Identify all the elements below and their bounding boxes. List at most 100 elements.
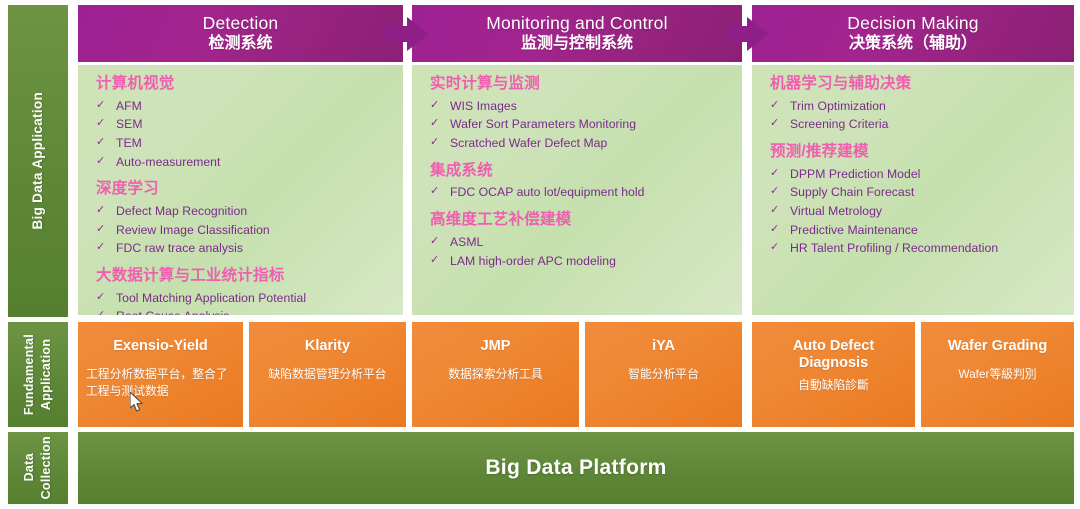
- content-group-title: 深度学习: [96, 180, 159, 198]
- tool-card-subtitle: Wafer等級判別: [958, 367, 1037, 382]
- check-icon: ✓: [96, 136, 106, 149]
- list-item: ✓Root Cause Analysis: [96, 307, 403, 315]
- content-item-list: ✓ Tool Matching Application Potential ✓Roo…: [96, 289, 403, 315]
- check-icon: ✓: [96, 117, 106, 130]
- big-data-platform-bar[interactable]: Big Data Platform: [78, 432, 1074, 504]
- list-item: ✓ Virtual Metrology: [770, 202, 1074, 221]
- tool-card-subtitle: 智能分析平台: [628, 367, 699, 382]
- banner-monitoring-title-en: Monitoring and Control: [486, 13, 668, 34]
- list-item: ✓ Scratched Wafer Defect Map: [430, 134, 742, 153]
- panel-decision-groups: 机器学习与辅助决策 ✓ Trim Optimization ✓ Screening Cr…: [752, 65, 1074, 258]
- check-icon: ✓: [430, 253, 440, 266]
- check-icon: ✓: [770, 222, 780, 235]
- tool-card-subtitle: 数据探索分析工具: [448, 367, 543, 382]
- list-item: ✓ Tool Matching Application Potential: [96, 289, 403, 308]
- content-item-list: ✓ Trim Optimization ✓ Screening Criteria: [770, 97, 1074, 134]
- list-item: ✓ AFM: [96, 97, 403, 116]
- banner-detection[interactable]: Detection 检测系统: [78, 5, 403, 62]
- list-item-label: FDC OCAP auto lot/equipment hold: [450, 185, 645, 200]
- rail-fundamental-application-label: Fundamental Application: [22, 333, 53, 416]
- rail-big-data-application-label: Big Data Application: [29, 92, 45, 230]
- panel-monitoring-groups: 实时计算与监测 ✓ WIS Images ✓ Wafer Sort Parameters…: [412, 65, 742, 270]
- content-item-list: ✓ FDC OCAP auto lot/equipment hold: [430, 183, 742, 202]
- list-item-label: WIS Images: [450, 98, 517, 113]
- panel-monitoring-content: 实时计算与监测 ✓ WIS Images ✓ Wafer Sort Parameters…: [412, 65, 742, 315]
- content-group-title: 预测/推荐建模: [770, 143, 869, 161]
- tool-card-klarity[interactable]: Klarity 缺陷数据管理分析平台: [249, 322, 406, 427]
- check-icon: ✓: [96, 98, 106, 111]
- list-item-label: AFM: [116, 98, 142, 113]
- list-item: ✓ Defect Map Recognition: [96, 202, 403, 221]
- list-item: ✓ Screening Criteria: [770, 115, 1074, 134]
- banner-monitoring-title-cn: 监测与控制系统: [520, 34, 633, 52]
- list-item-label: Supply Chain Forecast: [790, 185, 915, 200]
- banner-detection-title-en: Detection: [202, 13, 279, 34]
- tool-card-subtitle: 自動缺陷診斷: [798, 377, 869, 392]
- list-item-label: Root Cause Analysis: [116, 307, 403, 315]
- list-item-label: Wafer Sort Parameters Monitoring: [450, 117, 637, 132]
- tool-card-title: JMP: [480, 338, 511, 354]
- tool-card-subtitle: 工程分析数据平台，整合了工程与测试数据: [86, 367, 228, 399]
- list-item-label: Predictive Maintenance: [790, 222, 918, 237]
- diagram-canvas: Big Data Application Fundamental Applica…: [0, 0, 1080, 509]
- list-item: ✓ Review Image Classification: [96, 221, 403, 240]
- panel-detection-groups: 计算机视觉 ✓ AFM ✓ SEM ✓ TEM ✓ Auto-measurement 深度学习 ✓ D…: [78, 65, 403, 315]
- content-group-title: 机器学习与辅助决策: [770, 75, 912, 92]
- content-item-list: ✓ Defect Map Recognition ✓ Review Image Cla…: [96, 202, 403, 258]
- list-item: ✓ Trim Optimization: [770, 97, 1074, 116]
- list-item-label: Scratched Wafer Defect Map: [450, 136, 608, 151]
- list-item-label: Tool Matching Application Potential: [116, 290, 307, 305]
- check-icon: ✓: [96, 204, 106, 217]
- tool-card-title: Wafer Grading: [947, 338, 1048, 354]
- tool-card-exensio-yield[interactable]: Exensio-Yield 工程分析数据平台，整合了工程与测试数据: [78, 322, 243, 427]
- rail-big-data-application: Big Data Application: [8, 5, 68, 317]
- list-item-label: Virtual Metrology: [790, 204, 883, 219]
- content-item-list: ✓ ASML ✓ LAM high-order APC modeling: [430, 233, 742, 270]
- panel-detection-content: 计算机视觉 ✓ AFM ✓ SEM ✓ TEM ✓ Auto-measurement 深度学习 ✓ D…: [78, 65, 403, 315]
- list-item: ✓ Wafer Sort Parameters Monitoring: [430, 115, 742, 134]
- banner-decision-title-cn: 决策系统（辅助）: [848, 34, 977, 52]
- tool-card-auto-defect-diagnosis[interactable]: Auto Defect Diagnosis 自動缺陷診斷: [752, 322, 915, 427]
- tool-card-iya[interactable]: iYA 智能分析平台: [585, 322, 742, 427]
- list-item: ✓ Predictive Maintenance: [770, 221, 1074, 240]
- check-icon: ✓: [430, 136, 440, 149]
- list-item-label: Review Image Classification: [116, 222, 270, 237]
- big-data-platform-label: Big Data Platform: [485, 456, 667, 479]
- check-icon: ✓: [770, 204, 780, 217]
- banner-monitoring-and-control[interactable]: Monitoring and Control 监测与控制系统: [412, 5, 742, 62]
- tool-card-jmp[interactable]: JMP 数据探索分析工具: [412, 322, 579, 427]
- tool-card-title: Klarity: [304, 338, 351, 354]
- list-item-label: Auto-measurement: [116, 154, 221, 169]
- banner-decision-making[interactable]: Decision Making 决策系统（辅助）: [752, 5, 1074, 62]
- list-item-label: TEM: [116, 136, 142, 151]
- rail-data-collection: Data Collection: [8, 432, 68, 504]
- tool-card-title: Exensio-Yield: [113, 338, 208, 354]
- arrow-right-icon-1: [385, 17, 429, 51]
- check-icon: ✓: [770, 241, 780, 254]
- content-group: 深度学习 ✓ Defect Map Recognition ✓ Review Image…: [96, 179, 403, 258]
- list-item: ✓ HR Talent Profiling / Recommendation: [770, 239, 1074, 258]
- arrow-right-icon-2: [725, 17, 769, 51]
- list-item-label: Trim Optimization: [790, 98, 886, 113]
- content-group: 预测/推荐建模 ✓ DPPM Prediction Model ✓ Supply Cha…: [770, 142, 1074, 258]
- list-item: ✓ SEM: [96, 115, 403, 134]
- content-item-list: ✓ WIS Images ✓ Wafer Sort Parameters Monito…: [430, 97, 742, 153]
- content-group: 计算机视觉 ✓ AFM ✓ SEM ✓ TEM ✓ Auto-measurement: [96, 74, 403, 171]
- check-icon: ✓: [96, 222, 106, 235]
- list-item: ✓ DPPM Prediction Model: [770, 165, 1074, 184]
- tool-card-title: Auto Defect Diagnosis: [792, 338, 875, 372]
- check-icon: ✓: [96, 290, 106, 303]
- content-group-title: 集成系统: [430, 161, 493, 179]
- rail-fundamental-application: Fundamental Application: [8, 322, 68, 427]
- check-icon: ✓: [430, 98, 440, 111]
- check-icon: ✓: [430, 185, 440, 198]
- check-icon: ✓: [96, 241, 106, 254]
- tool-card-wafer-grading[interactable]: Wafer Grading Wafer等級判別: [921, 322, 1074, 427]
- content-group: 实时计算与监测 ✓ WIS Images ✓ Wafer Sort Parameters…: [430, 74, 742, 153]
- tool-card-subtitle: 缺陷数据管理分析平台: [268, 367, 387, 382]
- check-icon: ✓: [96, 154, 106, 167]
- content-item-list: ✓ AFM ✓ SEM ✓ TEM ✓ Auto-measurement: [96, 97, 403, 171]
- content-group-title: 实时计算与监测: [430, 75, 540, 92]
- check-icon: ✓: [770, 117, 780, 130]
- list-item-label: SEM: [116, 117, 143, 132]
